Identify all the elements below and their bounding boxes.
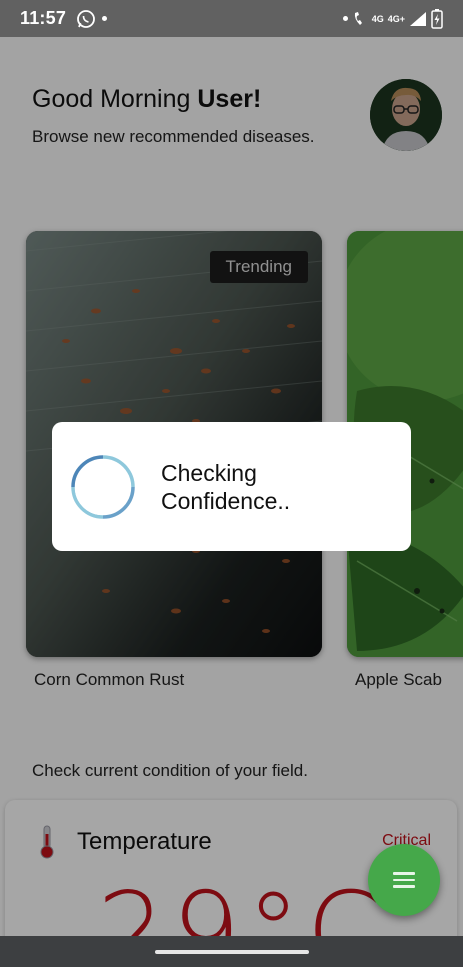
status-system-icons: 4G 4G+ xyxy=(342,8,443,29)
status-notifications xyxy=(76,9,108,29)
status-time: 11:57 xyxy=(20,8,67,28)
home-gesture-handle[interactable] xyxy=(154,949,309,954)
status-bar: 11:57 4G 4G+ xyxy=(0,0,463,37)
wifi-calling-icon xyxy=(354,11,362,25)
menu-icon xyxy=(393,868,415,892)
whatsapp-icon xyxy=(77,9,95,28)
network-label-4g: 4G xyxy=(371,13,384,24)
network-label-4g-plus: 4G+ xyxy=(387,13,405,24)
system-navigation-bar xyxy=(0,936,463,967)
signal-icon xyxy=(410,11,426,26)
menu-fab-button[interactable] xyxy=(368,844,440,916)
loading-spinner-icon xyxy=(71,454,135,519)
notification-dot xyxy=(342,16,348,21)
battery-charging-icon xyxy=(431,8,443,29)
notification-dot xyxy=(102,16,108,21)
loading-dialog: Checking Confidence.. xyxy=(52,422,411,551)
loading-message: Checking Confidence.. xyxy=(161,459,291,514)
